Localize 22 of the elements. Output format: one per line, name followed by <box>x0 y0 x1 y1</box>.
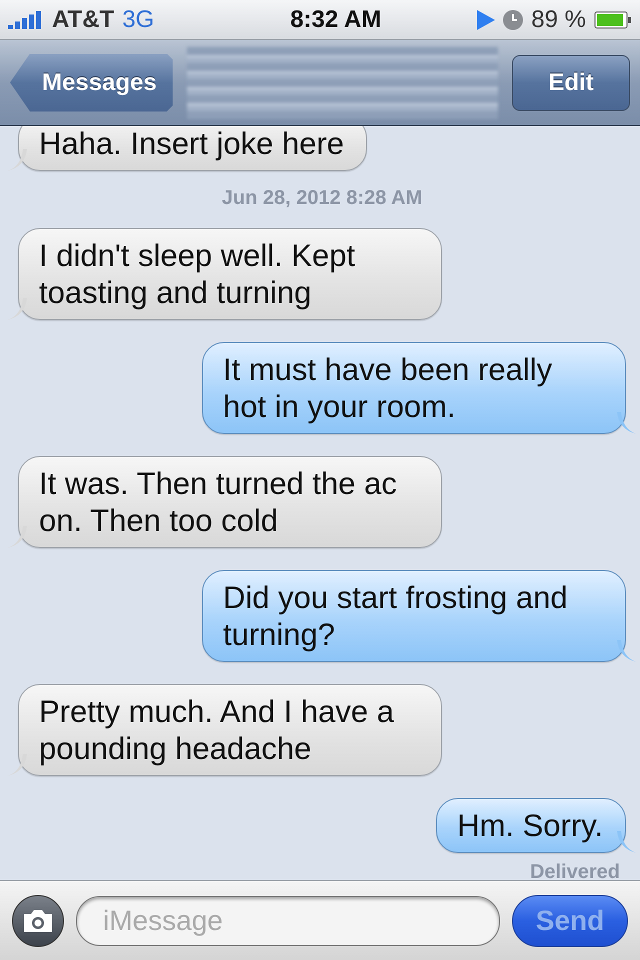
carrier-name: AT&T <box>52 6 114 34</box>
edit-button[interactable]: Edit <box>512 54 630 110</box>
battery-icon <box>594 10 632 28</box>
bubble-tail-icon <box>7 526 27 548</box>
bubble-tail-icon <box>7 298 27 320</box>
back-button[interactable]: Messages <box>10 54 173 112</box>
clock-icon <box>503 10 524 30</box>
signal-icon <box>8 10 44 28</box>
message-timestamp: Jun 28, 2012 8:28 AM <box>220 187 424 210</box>
bubble-tail-icon <box>7 754 27 776</box>
camera-button[interactable] <box>12 894 64 946</box>
location-arrow-icon <box>477 10 496 30</box>
battery-percent: 89 % <box>531 6 586 34</box>
camera-icon <box>22 908 54 934</box>
bubble-tail-icon <box>617 412 637 434</box>
bubble-tail-icon <box>617 831 637 853</box>
bubble-tail-icon <box>7 149 27 171</box>
bubble-tail-icon <box>617 640 637 662</box>
status-time: 8:32 AM <box>290 6 382 34</box>
message-input[interactable]: iMessage <box>76 896 500 946</box>
delivery-status: Delivered <box>528 861 620 880</box>
network-type: 3G <box>122 6 154 34</box>
